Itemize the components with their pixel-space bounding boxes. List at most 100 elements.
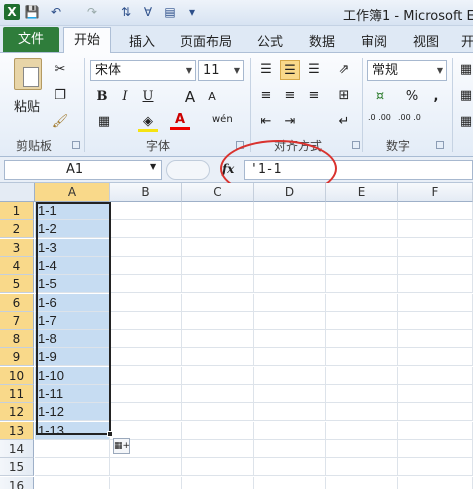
cell[interactable]	[398, 458, 473, 477]
orientation-icon[interactable]: ⇗	[334, 60, 354, 80]
cell[interactable]	[398, 476, 473, 489]
cell[interactable]	[398, 238, 473, 257]
merge-center-icon[interactable]: ⊞	[334, 86, 354, 106]
column-header-d[interactable]: D	[254, 183, 326, 202]
cell[interactable]	[326, 403, 398, 422]
underline-button[interactable]: U	[138, 87, 158, 107]
align-middle-icon[interactable]: ☰	[280, 60, 300, 80]
bold-button[interactable]: B	[92, 87, 112, 107]
cell[interactable]	[110, 293, 182, 312]
cell[interactable]	[398, 385, 473, 403]
cell[interactable]	[326, 458, 398, 477]
cell[interactable]	[254, 220, 326, 239]
sort-icon[interactable]: ⇅	[118, 4, 134, 20]
cell[interactable]	[110, 458, 182, 477]
cell[interactable]	[326, 476, 398, 489]
cell[interactable]	[254, 458, 326, 477]
cell[interactable]	[254, 238, 326, 257]
cell[interactable]	[182, 366, 254, 385]
cell[interactable]	[110, 238, 182, 257]
cell[interactable]	[182, 275, 254, 294]
cell[interactable]	[182, 385, 254, 403]
number-format-select[interactable]: 常规 ▼	[367, 60, 447, 81]
tab-page-layout[interactable]: 页面布局	[180, 31, 232, 50]
fill-color-icon[interactable]: ◈	[138, 112, 158, 132]
column-header-c[interactable]: C	[182, 183, 254, 202]
cell-a[interactable]	[35, 476, 110, 489]
row-header[interactable]: 1	[0, 202, 34, 220]
alignment-launcher-icon[interactable]	[352, 141, 360, 149]
format-table-icon[interactable]: ▦	[456, 86, 473, 106]
cell[interactable]	[254, 385, 326, 403]
cell[interactable]	[182, 476, 254, 489]
shrink-font-button[interactable]: A	[202, 87, 222, 107]
copy-icon[interactable]: ❐	[50, 86, 70, 106]
cell[interactable]	[110, 275, 182, 294]
cell[interactable]	[326, 238, 398, 257]
cell[interactable]	[110, 366, 182, 385]
select-all-button[interactable]	[0, 183, 35, 202]
cell[interactable]	[398, 293, 473, 312]
cell[interactable]	[326, 220, 398, 239]
column-header-b[interactable]: B	[110, 183, 182, 202]
cell[interactable]	[254, 202, 326, 220]
cell[interactable]	[326, 311, 398, 330]
cell-a[interactable]	[35, 458, 110, 477]
cell[interactable]	[182, 202, 254, 220]
cell[interactable]	[182, 293, 254, 312]
filter-icon[interactable]: ∀	[140, 4, 156, 20]
italic-button[interactable]: I	[115, 87, 135, 107]
cell[interactable]	[182, 348, 254, 367]
cell[interactable]	[398, 275, 473, 294]
cell[interactable]	[398, 256, 473, 275]
form-icon[interactable]: ▤	[162, 4, 178, 20]
cell[interactable]	[182, 458, 254, 477]
tab-data[interactable]: 数据	[309, 31, 335, 50]
chevron-down-icon[interactable]: ▼	[150, 162, 156, 171]
row-header[interactable]: 13	[0, 421, 34, 440]
cell-styles-icon[interactable]: ▦	[456, 112, 473, 132]
increase-indent-icon[interactable]: ⇥	[280, 112, 300, 132]
cell[interactable]	[110, 348, 182, 367]
align-center-icon[interactable]: ≡	[280, 86, 300, 106]
row-header[interactable]: 14	[0, 439, 34, 458]
formula-bar-splitter[interactable]	[166, 160, 210, 180]
phonetic-button[interactable]: wén	[212, 110, 233, 130]
borders-icon[interactable]: ▦	[94, 112, 114, 132]
tab-insert[interactable]: 插入	[129, 31, 155, 50]
cell-a[interactable]	[35, 439, 110, 458]
cell[interactable]	[254, 366, 326, 385]
cell[interactable]	[326, 275, 398, 294]
tab-review[interactable]: 审阅	[361, 31, 387, 50]
cell[interactable]	[254, 476, 326, 489]
row-header[interactable]: 11	[0, 385, 34, 403]
cell[interactable]	[110, 311, 182, 330]
cell[interactable]	[326, 439, 398, 458]
cut-icon[interactable]: ✂	[50, 60, 70, 80]
align-right-icon[interactable]: ≡	[304, 86, 324, 106]
save-icon[interactable]: 💾	[24, 4, 40, 20]
cell[interactable]	[326, 366, 398, 385]
cell[interactable]	[326, 256, 398, 275]
number-launcher-icon[interactable]	[436, 141, 444, 149]
cell[interactable]	[254, 256, 326, 275]
cell[interactable]	[110, 403, 182, 422]
column-header-e[interactable]: E	[326, 183, 398, 202]
decrease-indent-icon[interactable]: ⇤	[256, 112, 276, 132]
cell[interactable]	[326, 385, 398, 403]
cell[interactable]	[110, 385, 182, 403]
cell[interactable]	[326, 293, 398, 312]
cell[interactable]	[110, 220, 182, 239]
cell[interactable]	[398, 421, 473, 440]
redo-icon[interactable]: ↷	[84, 4, 100, 20]
cell[interactable]	[398, 202, 473, 220]
row-header[interactable]: 4	[0, 256, 34, 275]
format-painter-icon[interactable]: 🖌	[50, 112, 70, 132]
currency-icon[interactable]: ¤	[370, 87, 390, 107]
cell[interactable]	[326, 330, 398, 349]
tab-developer[interactable]: 开	[461, 31, 473, 50]
cell[interactable]	[182, 238, 254, 257]
tab-file[interactable]: 文件	[3, 27, 59, 52]
grow-font-button[interactable]: A	[180, 87, 200, 107]
row-header[interactable]: 8	[0, 330, 34, 349]
